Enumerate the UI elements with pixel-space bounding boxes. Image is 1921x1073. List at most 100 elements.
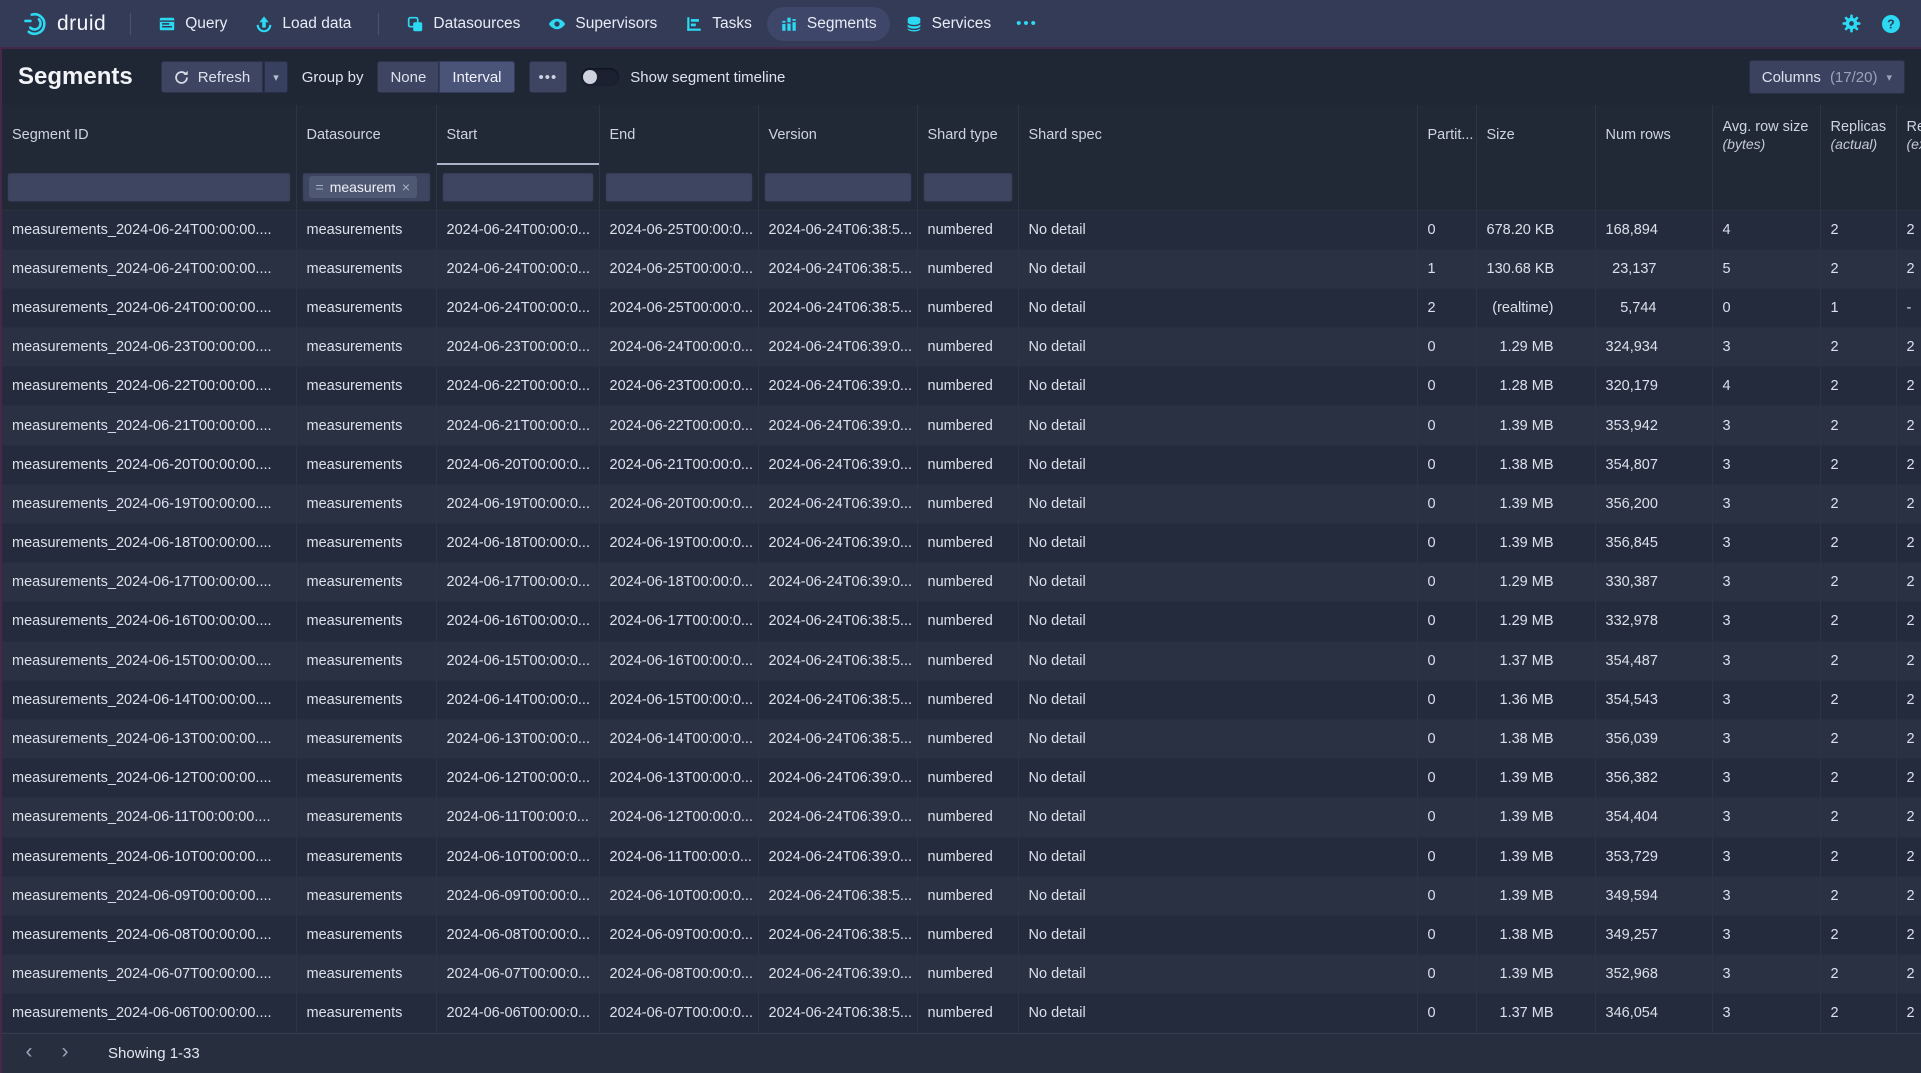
cell-size[interactable]: 1.39 MB: [1476, 798, 1595, 837]
cell-partition[interactable]: 0: [1417, 328, 1476, 367]
cell-shard_spec[interactable]: No detail: [1018, 798, 1417, 837]
cell-num_rows[interactable]: 324,934: [1595, 328, 1712, 367]
cell-shard_type[interactable]: numbered: [917, 955, 1018, 994]
cell-segment_id[interactable]: measurements_2024-06-20T00:00:00....: [2, 445, 296, 484]
cell-datasource[interactable]: measurements: [296, 484, 436, 523]
column-header-version[interactable]: Version: [758, 105, 917, 165]
cell-datasource[interactable]: measurements: [296, 328, 436, 367]
cell-size[interactable]: 1.39 MB: [1476, 524, 1595, 563]
cell-size[interactable]: 1.29 MB: [1476, 602, 1595, 641]
cell-replicas[interactable]: 2: [1820, 484, 1896, 523]
cell-version[interactable]: 2024-06-24T06:38:5...: [758, 719, 917, 758]
cell-shard_type[interactable]: numbered: [917, 798, 1018, 837]
column-header-segment_id[interactable]: Segment ID: [2, 105, 296, 165]
cell-shard_spec[interactable]: No detail: [1018, 445, 1417, 484]
cell-shard_type[interactable]: numbered: [917, 367, 1018, 406]
cell-num_rows[interactable]: 330,387: [1595, 563, 1712, 602]
cell-datasource[interactable]: measurements: [296, 406, 436, 445]
cell-avg_row_size[interactable]: 3: [1712, 759, 1820, 798]
cell-segment_id[interactable]: measurements_2024-06-18T00:00:00....: [2, 524, 296, 563]
cell-version[interactable]: 2024-06-24T06:39:0...: [758, 563, 917, 602]
cell-version[interactable]: 2024-06-24T06:39:0...: [758, 367, 917, 406]
cell-num_rows[interactable]: 349,594: [1595, 876, 1712, 915]
cell-end[interactable]: 2024-06-24T00:00:0...: [599, 328, 758, 367]
cell-replication_factor[interactable]: 2: [1896, 759, 1921, 798]
column-header-replication_factor[interactable]: Replication factor(expected): [1896, 105, 1921, 165]
cell-version[interactable]: 2024-06-24T06:38:5...: [758, 249, 917, 288]
remove-filter-icon[interactable]: ×: [402, 179, 410, 195]
cell-segment_id[interactable]: measurements_2024-06-08T00:00:00....: [2, 915, 296, 954]
cell-shard_spec[interactable]: No detail: [1018, 328, 1417, 367]
cell-shard_type[interactable]: numbered: [917, 719, 1018, 758]
cell-version[interactable]: 2024-06-24T06:38:5...: [758, 680, 917, 719]
cell-replication_factor[interactable]: 2: [1896, 680, 1921, 719]
cell-num_rows[interactable]: 356,039: [1595, 719, 1712, 758]
cell-start[interactable]: 2024-06-14T00:00:0...: [436, 680, 599, 719]
cell-replicas[interactable]: 2: [1820, 328, 1896, 367]
cell-shard_type[interactable]: numbered: [917, 524, 1018, 563]
cell-shard_spec[interactable]: No detail: [1018, 367, 1417, 406]
cell-avg_row_size[interactable]: 3: [1712, 837, 1820, 876]
cell-version[interactable]: 2024-06-24T06:38:5...: [758, 641, 917, 680]
cell-replicas[interactable]: 2: [1820, 602, 1896, 641]
cell-start[interactable]: 2024-06-07T00:00:0...: [436, 955, 599, 994]
cell-end[interactable]: 2024-06-18T00:00:0...: [599, 563, 758, 602]
cell-replicas[interactable]: 2: [1820, 524, 1896, 563]
cell-size[interactable]: 1.36 MB: [1476, 680, 1595, 719]
cell-replicas[interactable]: 2: [1820, 759, 1896, 798]
cell-avg_row_size[interactable]: 3: [1712, 484, 1820, 523]
filter-input-shard_type[interactable]: [923, 172, 1013, 202]
cell-avg_row_size[interactable]: 3: [1712, 445, 1820, 484]
cell-avg_row_size[interactable]: 0: [1712, 288, 1820, 327]
cell-shard_spec[interactable]: No detail: [1018, 524, 1417, 563]
cell-shard_type[interactable]: numbered: [917, 680, 1018, 719]
cell-partition[interactable]: 2: [1417, 288, 1476, 327]
cell-size[interactable]: 1.29 MB: [1476, 328, 1595, 367]
column-header-datasource[interactable]: Datasource: [296, 105, 436, 165]
cell-num_rows[interactable]: 354,487: [1595, 641, 1712, 680]
cell-version[interactable]: 2024-06-24T06:39:0...: [758, 524, 917, 563]
cell-avg_row_size[interactable]: 3: [1712, 798, 1820, 837]
cell-shard_spec[interactable]: No detail: [1018, 641, 1417, 680]
cell-replication_factor[interactable]: 2: [1896, 328, 1921, 367]
cell-segment_id[interactable]: measurements_2024-06-23T00:00:00....: [2, 328, 296, 367]
cell-partition[interactable]: 0: [1417, 484, 1476, 523]
cell-num_rows[interactable]: 5,744: [1595, 288, 1712, 327]
cell-datasource[interactable]: measurements: [296, 602, 436, 641]
cell-num_rows[interactable]: 354,404: [1595, 798, 1712, 837]
cell-start[interactable]: 2024-06-22T00:00:0...: [436, 367, 599, 406]
cell-end[interactable]: 2024-06-11T00:00:0...: [599, 837, 758, 876]
cell-segment_id[interactable]: measurements_2024-06-11T00:00:00....: [2, 798, 296, 837]
cell-num_rows[interactable]: 356,845: [1595, 524, 1712, 563]
cell-version[interactable]: 2024-06-24T06:39:0...: [758, 798, 917, 837]
group-by-none-button[interactable]: None: [377, 61, 439, 93]
cell-segment_id[interactable]: measurements_2024-06-21T00:00:00....: [2, 406, 296, 445]
cell-replicas[interactable]: 2: [1820, 837, 1896, 876]
filter-input-start[interactable]: [442, 172, 594, 202]
cell-partition[interactable]: 0: [1417, 680, 1476, 719]
refresh-interval-caret-button[interactable]: ▾: [263, 61, 288, 93]
cell-datasource[interactable]: measurements: [296, 445, 436, 484]
cell-replicas[interactable]: 2: [1820, 680, 1896, 719]
nav-item-query[interactable]: Query: [145, 7, 240, 41]
cell-start[interactable]: 2024-06-24T00:00:0...: [436, 210, 599, 249]
cell-size[interactable]: 1.39 MB: [1476, 484, 1595, 523]
cell-end[interactable]: 2024-06-09T00:00:0...: [599, 915, 758, 954]
cell-partition[interactable]: 0: [1417, 837, 1476, 876]
cell-shard_spec[interactable]: No detail: [1018, 210, 1417, 249]
cell-end[interactable]: 2024-06-19T00:00:0...: [599, 524, 758, 563]
filter-input-segment_id[interactable]: [7, 172, 291, 202]
cell-version[interactable]: 2024-06-24T06:38:5...: [758, 210, 917, 249]
cell-version[interactable]: 2024-06-24T06:38:5...: [758, 915, 917, 954]
cell-shard_type[interactable]: numbered: [917, 876, 1018, 915]
cell-start[interactable]: 2024-06-18T00:00:0...: [436, 524, 599, 563]
cell-start[interactable]: 2024-06-16T00:00:0...: [436, 602, 599, 641]
cell-size[interactable]: 1.37 MB: [1476, 994, 1595, 1033]
cell-avg_row_size[interactable]: 3: [1712, 680, 1820, 719]
cell-end[interactable]: 2024-06-15T00:00:0...: [599, 680, 758, 719]
column-header-start[interactable]: Start: [436, 105, 599, 165]
nav-item-datasources[interactable]: Datasources: [393, 7, 533, 41]
cell-partition[interactable]: 0: [1417, 759, 1476, 798]
cell-replicas[interactable]: 2: [1820, 445, 1896, 484]
cell-partition[interactable]: 0: [1417, 798, 1476, 837]
